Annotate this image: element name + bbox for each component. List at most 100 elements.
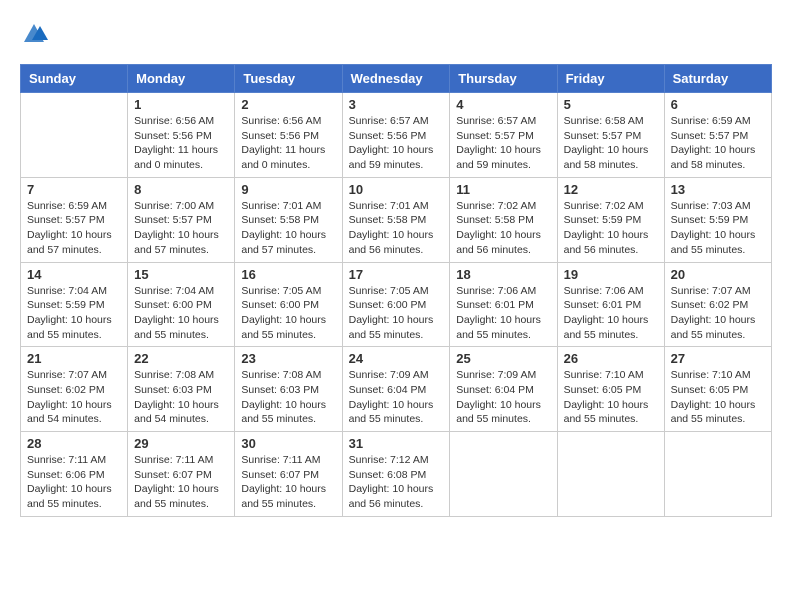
calendar-cell: 27Sunrise: 7:10 AM Sunset: 6:05 PM Dayli… bbox=[664, 347, 771, 432]
day-number: 4 bbox=[456, 97, 550, 112]
calendar-header-row: SundayMondayTuesdayWednesdayThursdayFrid… bbox=[21, 65, 772, 93]
calendar-cell: 17 Sunrise: 7:05 AM Sunset: 6:00 PM Dayli… bbox=[342, 262, 450, 347]
page-header bbox=[20, 20, 772, 48]
day-number: 15 bbox=[134, 267, 228, 282]
calendar-cell: 2 Sunrise: 6:56 AM Sunset: 5:56 PM Daylig… bbox=[235, 93, 342, 178]
calendar-table: SundayMondayTuesdayWednesdayThursdayFrid… bbox=[20, 64, 772, 517]
calendar-cell: 1 Sunrise: 6:56 AM Sunset: 5:56 PM Daylig… bbox=[128, 93, 235, 178]
calendar-cell: 6 Sunrise: 6:59 AM Sunset: 5:57 PM Daylig… bbox=[664, 93, 771, 178]
calendar-cell: 3 Sunrise: 6:57 AM Sunset: 5:56 PM Daylig… bbox=[342, 93, 450, 178]
calendar-header-thursday: Thursday bbox=[450, 65, 557, 93]
calendar-cell: 9 Sunrise: 7:01 AM Sunset: 5:58 PM Daylig… bbox=[235, 177, 342, 262]
calendar-cell bbox=[664, 432, 771, 517]
day-info: Sunrise: 7:01 AM Sunset: 5:58 PM Dayligh… bbox=[349, 199, 444, 258]
logo-icon bbox=[20, 20, 48, 48]
day-info: Sunrise: 7:10 AM Sunset: 6:05 PM Dayligh… bbox=[564, 368, 658, 427]
day-number: 13 bbox=[671, 182, 765, 197]
day-number: 8 bbox=[134, 182, 228, 197]
calendar-cell: 23 Sunrise: 7:08 AM Sunset: 6:03 PM Dayli… bbox=[235, 347, 342, 432]
calendar-week-row: 7 Sunrise: 6:59 AM Sunset: 5:57 PM Daylig… bbox=[21, 177, 772, 262]
day-number: 18 bbox=[456, 267, 550, 282]
day-number: 1 bbox=[134, 97, 228, 112]
calendar-week-row: 14 Sunrise: 7:04 AM Sunset: 5:59 PM Dayli… bbox=[21, 262, 772, 347]
day-number: 29 bbox=[134, 436, 228, 451]
day-info: Sunrise: 7:11 AM Sunset: 6:07 PM Dayligh… bbox=[241, 453, 335, 512]
day-number: 23 bbox=[241, 351, 335, 366]
calendar-cell: 11 Sunrise: 7:02 AM Sunset: 5:58 PM Dayli… bbox=[450, 177, 557, 262]
calendar-cell: 25 Sunrise: 7:09 AM Sunset: 6:04 PM Dayli… bbox=[450, 347, 557, 432]
calendar-cell: 18 Sunrise: 7:06 AM Sunset: 6:01 PM Dayli… bbox=[450, 262, 557, 347]
calendar-cell: 12 Sunrise: 7:02 AM Sunset: 5:59 PM Dayli… bbox=[557, 177, 664, 262]
day-info: Sunrise: 6:59 AM Sunset: 5:57 PM Dayligh… bbox=[27, 199, 121, 258]
day-info: Sunrise: 7:08 AM Sunset: 6:03 PM Dayligh… bbox=[134, 368, 228, 427]
calendar-week-row: 28 Sunrise: 7:11 AM Sunset: 6:06 PM Dayli… bbox=[21, 432, 772, 517]
day-number: 14 bbox=[27, 267, 121, 282]
calendar-cell: 15 Sunrise: 7:04 AM Sunset: 6:00 PM Dayli… bbox=[128, 262, 235, 347]
calendar-header-wednesday: Wednesday bbox=[342, 65, 450, 93]
calendar-cell bbox=[450, 432, 557, 517]
calendar-cell: 19Sunrise: 7:06 AM Sunset: 6:01 PM Dayli… bbox=[557, 262, 664, 347]
day-info: Sunrise: 7:08 AM Sunset: 6:03 PM Dayligh… bbox=[241, 368, 335, 427]
day-number: 25 bbox=[456, 351, 550, 366]
day-info: Sunrise: 7:00 AM Sunset: 5:57 PM Dayligh… bbox=[134, 199, 228, 258]
day-number: 31 bbox=[349, 436, 444, 451]
day-info: Sunrise: 6:56 AM Sunset: 5:56 PM Dayligh… bbox=[134, 114, 228, 173]
calendar-cell: 24 Sunrise: 7:09 AM Sunset: 6:04 PM Dayli… bbox=[342, 347, 450, 432]
day-number: 11 bbox=[456, 182, 550, 197]
day-info: Sunrise: 6:56 AM Sunset: 5:56 PM Dayligh… bbox=[241, 114, 335, 173]
day-number: 6 bbox=[671, 97, 765, 112]
day-info: Sunrise: 6:57 AM Sunset: 5:57 PM Dayligh… bbox=[456, 114, 550, 173]
day-info: Sunrise: 7:09 AM Sunset: 6:04 PM Dayligh… bbox=[456, 368, 550, 427]
day-info: Sunrise: 7:07 AM Sunset: 6:02 PM Dayligh… bbox=[27, 368, 121, 427]
calendar-header-tuesday: Tuesday bbox=[235, 65, 342, 93]
day-info: Sunrise: 7:06 AM Sunset: 6:01 PM Dayligh… bbox=[456, 284, 550, 343]
day-number: 28 bbox=[27, 436, 121, 451]
day-number: 5 bbox=[564, 97, 658, 112]
calendar-cell: 7 Sunrise: 6:59 AM Sunset: 5:57 PM Daylig… bbox=[21, 177, 128, 262]
calendar-cell: 21 Sunrise: 7:07 AM Sunset: 6:02 PM Dayli… bbox=[21, 347, 128, 432]
day-info: Sunrise: 7:04 AM Sunset: 5:59 PM Dayligh… bbox=[27, 284, 121, 343]
day-number: 9 bbox=[241, 182, 335, 197]
day-info: Sunrise: 7:05 AM Sunset: 6:00 PM Dayligh… bbox=[241, 284, 335, 343]
calendar-cell bbox=[21, 93, 128, 178]
calendar-cell: 28 Sunrise: 7:11 AM Sunset: 6:06 PM Dayli… bbox=[21, 432, 128, 517]
calendar-week-row: 21 Sunrise: 7:07 AM Sunset: 6:02 PM Dayli… bbox=[21, 347, 772, 432]
day-number: 21 bbox=[27, 351, 121, 366]
day-info: Sunrise: 7:06 AM Sunset: 6:01 PM Dayligh… bbox=[564, 284, 658, 343]
calendar-cell: 22 Sunrise: 7:08 AM Sunset: 6:03 PM Dayli… bbox=[128, 347, 235, 432]
day-info: Sunrise: 7:12 AM Sunset: 6:08 PM Dayligh… bbox=[349, 453, 444, 512]
day-number: 16 bbox=[241, 267, 335, 282]
calendar-cell: 20Sunrise: 7:07 AM Sunset: 6:02 PM Dayli… bbox=[664, 262, 771, 347]
day-info: Sunrise: 7:07 AM Sunset: 6:02 PM Dayligh… bbox=[671, 284, 765, 343]
day-info: Sunrise: 7:11 AM Sunset: 6:07 PM Dayligh… bbox=[134, 453, 228, 512]
day-info: Sunrise: 7:09 AM Sunset: 6:04 PM Dayligh… bbox=[349, 368, 444, 427]
calendar-cell: 4 Sunrise: 6:57 AM Sunset: 5:57 PM Daylig… bbox=[450, 93, 557, 178]
calendar-cell: 14 Sunrise: 7:04 AM Sunset: 5:59 PM Dayli… bbox=[21, 262, 128, 347]
day-number: 2 bbox=[241, 97, 335, 112]
day-number: 12 bbox=[564, 182, 658, 197]
day-info: Sunrise: 6:59 AM Sunset: 5:57 PM Dayligh… bbox=[671, 114, 765, 173]
calendar-cell: 31 Sunrise: 7:12 AM Sunset: 6:08 PM Dayli… bbox=[342, 432, 450, 517]
day-info: Sunrise: 6:57 AM Sunset: 5:56 PM Dayligh… bbox=[349, 114, 444, 173]
calendar-cell: 5Sunrise: 6:58 AM Sunset: 5:57 PM Daylig… bbox=[557, 93, 664, 178]
day-number: 7 bbox=[27, 182, 121, 197]
day-number: 22 bbox=[134, 351, 228, 366]
day-number: 24 bbox=[349, 351, 444, 366]
day-info: Sunrise: 7:11 AM Sunset: 6:06 PM Dayligh… bbox=[27, 453, 121, 512]
day-number: 30 bbox=[241, 436, 335, 451]
calendar-header-monday: Monday bbox=[128, 65, 235, 93]
calendar-cell bbox=[557, 432, 664, 517]
day-info: Sunrise: 7:03 AM Sunset: 5:59 PM Dayligh… bbox=[671, 199, 765, 258]
day-info: Sunrise: 7:02 AM Sunset: 5:58 PM Dayligh… bbox=[456, 199, 550, 258]
calendar-cell: 16 Sunrise: 7:05 AM Sunset: 6:00 PM Dayli… bbox=[235, 262, 342, 347]
day-number: 26 bbox=[564, 351, 658, 366]
day-number: 17 bbox=[349, 267, 444, 282]
day-number: 27 bbox=[671, 351, 765, 366]
day-info: Sunrise: 7:04 AM Sunset: 6:00 PM Dayligh… bbox=[134, 284, 228, 343]
day-number: 3 bbox=[349, 97, 444, 112]
day-info: Sunrise: 7:02 AM Sunset: 5:59 PM Dayligh… bbox=[564, 199, 658, 258]
calendar-cell: 29 Sunrise: 7:11 AM Sunset: 6:07 PM Dayli… bbox=[128, 432, 235, 517]
day-info: Sunrise: 7:01 AM Sunset: 5:58 PM Dayligh… bbox=[241, 199, 335, 258]
day-info: Sunrise: 7:05 AM Sunset: 6:00 PM Dayligh… bbox=[349, 284, 444, 343]
day-number: 10 bbox=[349, 182, 444, 197]
